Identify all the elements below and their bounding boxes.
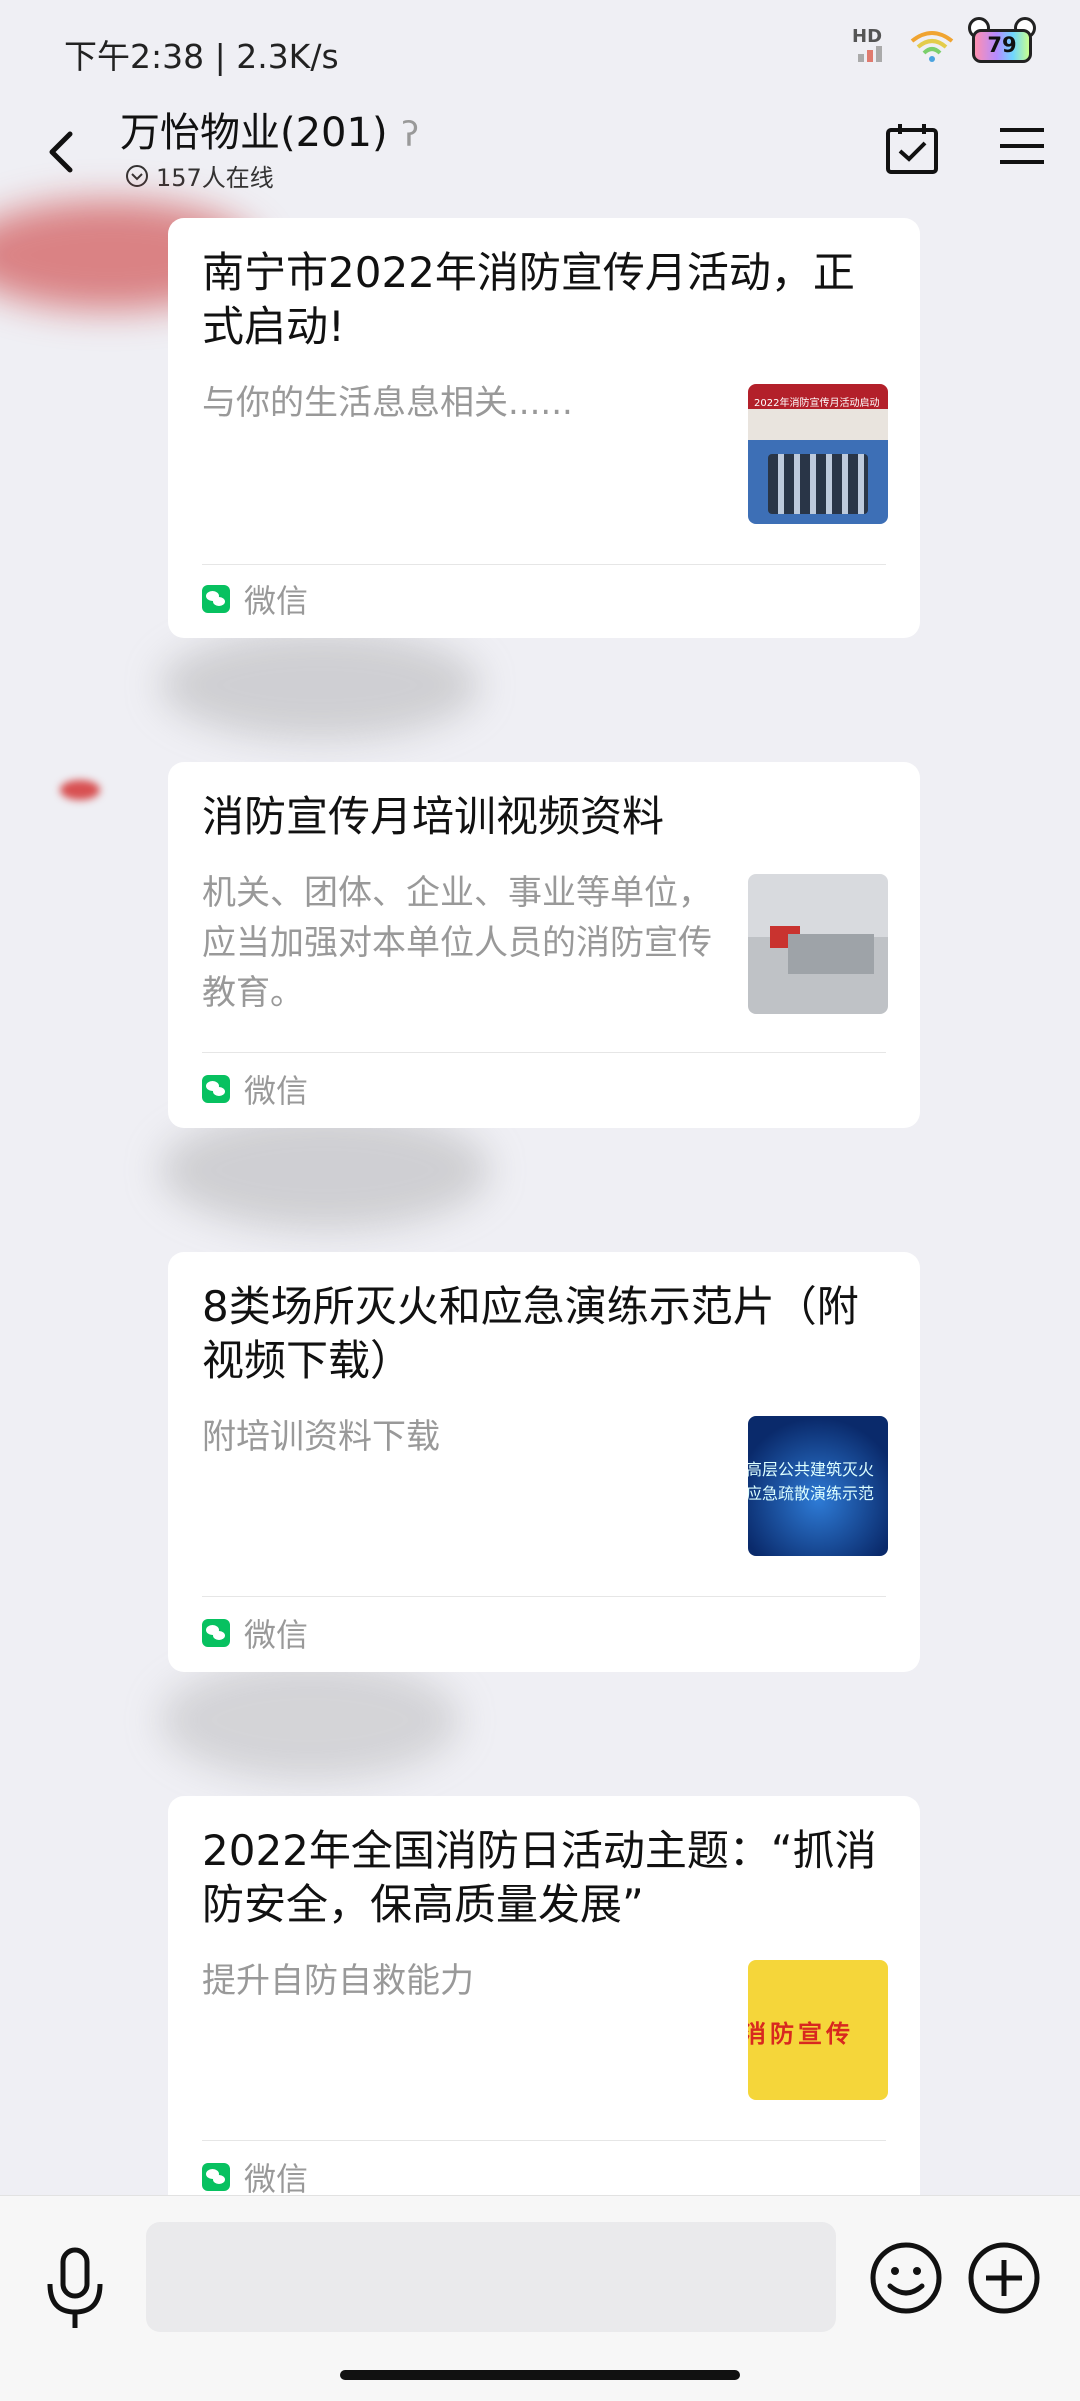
message-input[interactable] [146, 2222, 836, 2332]
battery-level: 79 [987, 33, 1017, 57]
plus-icon[interactable] [966, 2240, 1042, 2316]
divider [202, 1052, 886, 1053]
source-label: 微信 [202, 1610, 308, 1656]
article-title: 8类场所灭火和应急演练示范片（附视频下载） [202, 1282, 859, 1385]
wifi-icon [910, 31, 954, 62]
battery-icon: 79 [968, 17, 1036, 63]
article-card[interactable]: 消防宣传月培训视频资料 机关、团体、企业、事业等单位，应当加强对本单位人员的消防… [168, 762, 920, 1128]
source-text: 微信 [244, 1616, 309, 1654]
wechat-icon [202, 585, 230, 613]
article-title: 消防宣传月培训视频资料 [202, 792, 665, 841]
microphone-icon[interactable] [40, 2244, 110, 2334]
status-bar: 下午2:38 | 2.3K/s HD 79 [0, 0, 1080, 100]
article-thumbnail: 2022年消防宣传月活动启动 [748, 384, 888, 524]
source-label: 微信 [202, 1066, 308, 1112]
thumbnail-banner-text: 2022年消防宣传月活动启动 [754, 398, 880, 409]
chat-title: 万怡物业(201) ʔ [120, 100, 419, 158]
source-text: 微信 [244, 582, 309, 620]
network-label: HD [852, 26, 883, 47]
thumbnail-text-2: 应急疏散演练示范 [748, 1484, 875, 1503]
wechat-icon [202, 1619, 230, 1647]
calendar-check-icon[interactable] [882, 118, 942, 178]
article-desc: 机关、团体、企业、事业等单位，应当加强对本单位人员的消防宣传教育。 [202, 873, 712, 1013]
online-count: 157人在线 [156, 164, 274, 192]
divider [202, 2140, 886, 2141]
thumbnail-text-1: 高层公共建筑灭火 [748, 1460, 875, 1479]
article-thumbnail: 高层公共建筑灭火 应急疏散演练示范 [748, 1416, 888, 1556]
divider [202, 1596, 886, 1597]
online-status[interactable]: 157人在线 [126, 158, 274, 193]
input-bar [0, 2195, 1080, 2401]
article-thumbnail [748, 874, 888, 1014]
status-icons: HD 79 [852, 17, 1036, 66]
avatar-blur [160, 1110, 490, 1230]
signal-icon: HD [852, 26, 892, 66]
article-card[interactable]: 8类场所灭火和应急演练示范片（附视频下载） 附培训资料下载 高层公共建筑灭火 应… [168, 1252, 920, 1672]
article-desc: 提升自防自救能力 [202, 1961, 474, 2001]
wechat-icon [202, 1075, 230, 1103]
avatar-blur [160, 630, 480, 740]
back-icon[interactable] [40, 120, 84, 184]
ear-icon: ʔ [401, 115, 419, 155]
article-title: 2022年全国消防日活动主题：“抓消防安全，保高质量发展” [202, 1826, 877, 1929]
source-text: 微信 [244, 2160, 309, 2198]
article-thumbnail: 消防宣传 [748, 1960, 888, 2100]
article-desc: 与你的生活息息相关...... [202, 383, 573, 423]
source-label: 微信 [202, 576, 308, 622]
wechat-icon [202, 2163, 230, 2191]
article-card[interactable]: 南宁市2022年消防宣传月活动，正式启动! 与你的生活息息相关...... 20… [168, 218, 920, 638]
source-label: 微信 [202, 2154, 308, 2200]
thumbnail-text: 消防宣传 [748, 2020, 854, 2048]
avatar-blur [60, 780, 100, 800]
avatar-blur [160, 1660, 460, 1780]
article-desc: 附培训资料下载 [202, 1417, 440, 1457]
source-text: 微信 [244, 1072, 309, 1110]
home-indicator[interactable] [340, 2370, 740, 2380]
status-time-speed: 下午2:38 | 2.3K/s [64, 37, 339, 76]
menu-icon[interactable] [996, 120, 1048, 172]
divider [202, 564, 886, 565]
chat-header: 万怡物业(201) ʔ 157人在线 [0, 100, 1080, 210]
chat-title-text: 万怡物业(201) [120, 110, 388, 156]
article-title: 南宁市2022年消防宣传月活动，正式启动! [202, 248, 855, 351]
chevron-down-icon [126, 164, 148, 187]
article-card[interactable]: 2022年全国消防日活动主题：“抓消防安全，保高质量发展” 提升自防自救能力 消… [168, 1796, 920, 2216]
emoji-icon[interactable] [868, 2240, 944, 2316]
